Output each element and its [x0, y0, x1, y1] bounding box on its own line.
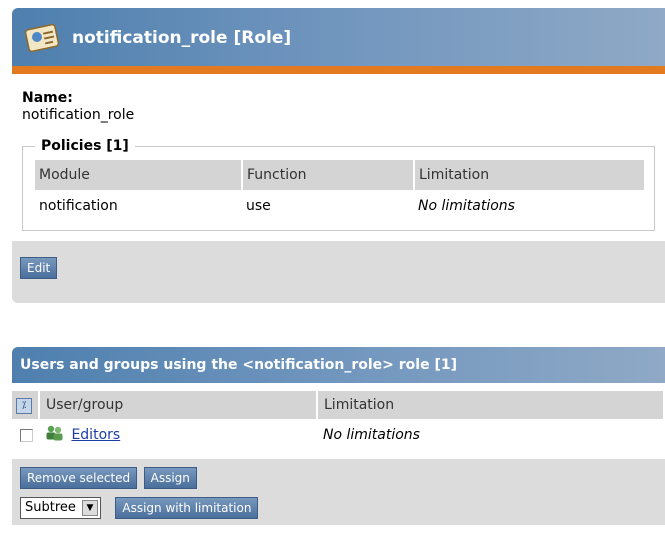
column-function: Function [242, 160, 415, 190]
column-assign-limitation: Limitation [317, 391, 665, 419]
policies-header-row: Module Function Limitation [35, 160, 646, 190]
limitation-select[interactable]: Subtree ▼ [20, 497, 101, 519]
assignment-limitation: No limitations [323, 427, 420, 443]
toggle-selection-cell: ⁒ [12, 391, 40, 419]
editors-link[interactable]: Editors [71, 427, 120, 443]
assign-buttons-row: Remove selected Assign [20, 467, 659, 489]
limitation-select-value: Subtree [25, 500, 76, 515]
table-row: Editors No limitations [12, 419, 664, 451]
assignments-table: ⁒ User/group Limitation Editors No limit… [12, 391, 665, 451]
accent-bar [12, 66, 665, 74]
policies-fieldset: Policies [1] Module Function Limitation … [22, 138, 655, 231]
name-label: Name: [22, 90, 73, 106]
assignments-panel: Users and groups using the <notification… [12, 347, 665, 525]
assign-button[interactable]: Assign [143, 467, 197, 489]
assign-with-limitation-button[interactable]: Assign with limitation [115, 497, 259, 519]
role-details: Name: notification_role Policies [1] Mod… [12, 74, 665, 241]
assignments-actions-bar: Remove selected Assign Subtree ▼ Assign w… [12, 459, 665, 525]
policies-table: Module Function Limitation notification … [35, 160, 646, 222]
column-module: Module [35, 160, 243, 190]
policy-module: notification [39, 198, 118, 214]
policies-legend: Policies [1] [41, 138, 129, 154]
user-group-cell: Editors [39, 419, 317, 451]
policy-function: use [246, 198, 271, 214]
row-checkbox[interactable] [20, 428, 33, 442]
row-select-cell [12, 419, 39, 451]
policy-limitation: No limitations [418, 198, 515, 214]
assign-limitation-row: Subtree ▼ Assign with limitation [20, 497, 659, 519]
remove-selected-button[interactable]: Remove selected [20, 467, 138, 489]
user-group-icon [45, 425, 65, 445]
role-panel: notification_role [Role] Name: notificat… [12, 8, 665, 303]
assignments-header: Users and groups using the <notification… [12, 347, 665, 383]
role-icon [24, 21, 62, 57]
role-header: notification_role [Role] [12, 8, 665, 66]
column-user-group: User/group [39, 391, 318, 419]
invert-selection-icon[interactable]: ⁒ [16, 398, 32, 414]
table-row: notification use No limitations [35, 190, 645, 222]
role-actions-bar: Edit [12, 241, 665, 303]
chevron-down-icon: ▼ [81, 500, 98, 516]
name-value: notification_role [22, 107, 135, 123]
assignments-header-row: ⁒ User/group Limitation [12, 391, 665, 419]
page-title: notification_role [Role] [72, 28, 292, 48]
edit-button[interactable]: Edit [20, 257, 58, 279]
column-limitation: Limitation [414, 160, 646, 190]
